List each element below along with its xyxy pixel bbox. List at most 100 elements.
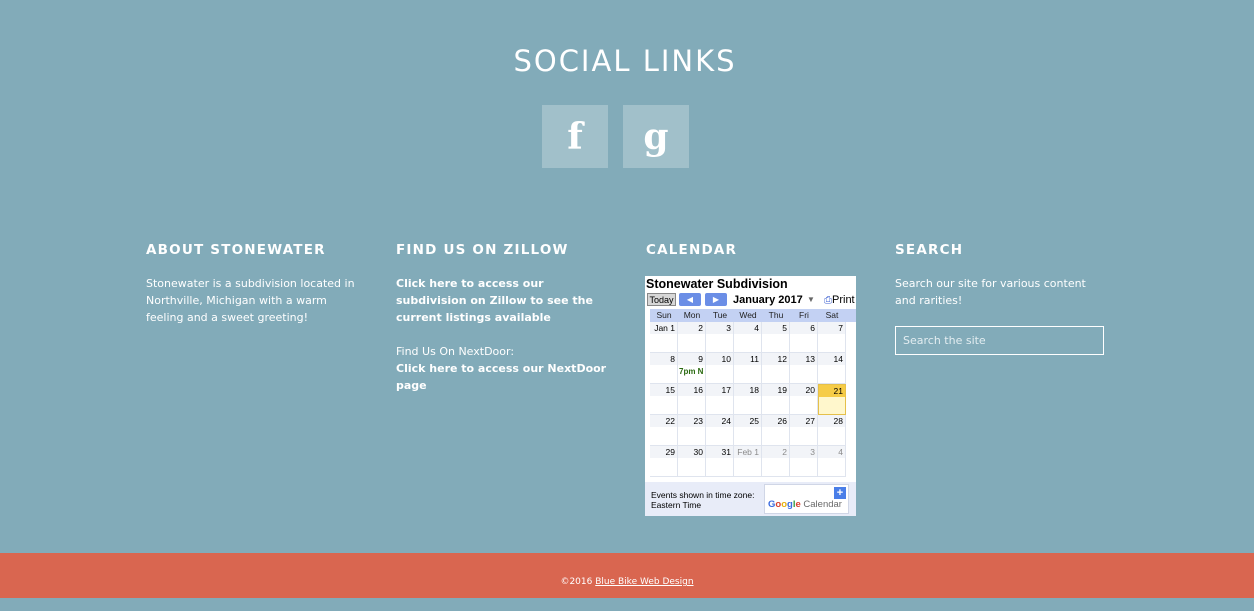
calendar-day[interactable]: 7	[818, 322, 846, 353]
calendar-day[interactable]: 11	[734, 353, 762, 384]
calendar-nav: Today ◀ ▶ January 2017 ▼ ⎙Print	[645, 292, 856, 308]
day-number: 4	[818, 446, 845, 458]
calendar-day[interactable]: 26	[762, 415, 790, 446]
calendar-day[interactable]: 5	[762, 322, 790, 353]
day-number: 22	[650, 415, 677, 427]
calendar-day[interactable]: 27	[790, 415, 818, 446]
day-number: 13	[790, 353, 817, 365]
google-logo-text: Google	[768, 499, 801, 510]
calendar-grid: Sun Mon Tue Wed Thu Fri Sat Jan 12345678…	[650, 309, 856, 477]
calendar-day[interactable]: 22	[650, 415, 678, 446]
social-links-title: SOCIAL LINKS	[513, 44, 737, 78]
day-number: 12	[762, 353, 789, 365]
day-number: 10	[706, 353, 733, 365]
calendar-day[interactable]: 13	[790, 353, 818, 384]
calendar-day[interactable]: Feb 1	[734, 446, 762, 477]
calendar-day[interactable]: 24	[706, 415, 734, 446]
printer-icon: ⎙	[824, 295, 832, 306]
calendar-day[interactable]: 23	[678, 415, 706, 446]
next-month-button[interactable]: ▶	[705, 293, 727, 306]
nextdoor-link[interactable]: Click here to access our NextDoor page	[396, 362, 606, 392]
day-number: 11	[734, 353, 761, 365]
day-number: 4	[734, 322, 761, 334]
calendar-day[interactable]: 30	[678, 446, 706, 477]
weekday-header: Sun Mon Tue Wed Thu Fri Sat	[650, 309, 856, 322]
search-input[interactable]	[895, 326, 1104, 355]
calendar-day[interactable]: 10	[706, 353, 734, 384]
facebook-link-button[interactable]: f	[542, 105, 608, 168]
calendar-day[interactable]: 12	[762, 353, 790, 384]
timezone-line1: Events shown in time zone:	[651, 490, 755, 500]
print-button[interactable]: ⎙Print	[824, 292, 855, 309]
calendar-week-row: 22 23 24 25 26 27 28	[650, 415, 856, 446]
month-label: January 2017	[733, 294, 803, 306]
zillow-heading: FIND US ON ZILLOW	[396, 242, 569, 258]
add-calendar-icon[interactable]: +	[834, 487, 846, 499]
google-calendar-badge[interactable]: + Google Calendar	[764, 484, 849, 514]
day-number: 2	[678, 322, 705, 334]
nextdoor-label: Find Us On NextDoor:	[396, 345, 515, 358]
google-calendar-logo: Google Calendar	[768, 499, 842, 510]
day-number: 28	[818, 415, 845, 427]
calendar-day[interactable]: 6	[790, 322, 818, 353]
google-calendar-embed: Stonewater Subdivision Today ◀ ▶ January…	[645, 276, 856, 516]
timezone-line2: Eastern Time	[651, 500, 702, 510]
about-widget: ABOUT STONEWATER Stonewater is a subdivi…	[146, 241, 361, 326]
google-plus-icon: g	[643, 115, 669, 158]
calendar-day[interactable]: 4	[818, 446, 846, 477]
calendar-day[interactable]: 29	[650, 446, 678, 477]
zillow-link[interactable]: Click here to access our subdivision on …	[396, 277, 593, 324]
day-number: 7	[818, 322, 845, 334]
day-number: 17	[706, 384, 733, 396]
calendar-day[interactable]: 31	[706, 446, 734, 477]
calendar-day[interactable]: 2	[678, 322, 706, 353]
arrow-right-icon: ▶	[712, 295, 720, 304]
calendar-day[interactable]: 14	[818, 353, 846, 384]
day-number: 25	[734, 415, 761, 427]
calendar-day[interactable]: 17	[706, 384, 734, 415]
chevron-down-icon[interactable]: ▼	[807, 292, 815, 308]
day-number: 27	[790, 415, 817, 427]
day-number: 16	[678, 384, 705, 396]
calendar-day[interactable]: 9 7pm N	[678, 353, 706, 384]
day-number: 3	[790, 446, 817, 458]
calendar-weeks: Jan 1 2 3 4 5 6 7 8 9 7pm N 10 11 12 13 14 15 16 17 18 19 20…	[650, 322, 856, 477]
calendar-day[interactable]: 20	[790, 384, 818, 415]
day-number: 3	[706, 322, 733, 334]
calendar-day[interactable]: 15	[650, 384, 678, 415]
calendar-footer: Events shown in time zone: Eastern Time …	[645, 482, 856, 516]
weekday-label: Mon	[683, 310, 701, 320]
calendar-day[interactable]: 4	[734, 322, 762, 353]
weekday-label: Thu	[768, 310, 784, 320]
calendar-day[interactable]: 3	[790, 446, 818, 477]
site-footer: ©2016 Blue Bike Web Design	[0, 553, 1254, 598]
google-plus-link-button[interactable]: g	[623, 105, 689, 168]
calendar-day[interactable]: 18	[734, 384, 762, 415]
day-number: 15	[650, 384, 677, 396]
about-heading: ABOUT STONEWATER	[146, 242, 326, 258]
arrow-left-icon: ◀	[686, 295, 694, 304]
day-number: Jan 1	[650, 322, 677, 334]
calendar-day-today[interactable]: 21	[818, 384, 846, 415]
day-number: 14	[818, 353, 845, 365]
weekday-label: Sat	[825, 310, 839, 320]
calendar-day[interactable]: 2	[762, 446, 790, 477]
calendar-widget: CALENDAR	[646, 241, 861, 275]
day-number: 19	[762, 384, 789, 396]
calendar-day[interactable]: 8	[650, 353, 678, 384]
calendar-day[interactable]: Jan 1	[650, 322, 678, 353]
designer-link[interactable]: Blue Bike Web Design	[595, 577, 693, 587]
today-button[interactable]: Today	[647, 293, 676, 306]
weekday-label: Wed	[739, 310, 757, 320]
day-number: 21	[819, 385, 845, 397]
weekday-label: Sun	[656, 310, 672, 320]
calendar-day[interactable]: 16	[678, 384, 706, 415]
calendar-title: Stonewater Subdivision	[646, 277, 788, 291]
calendar-day[interactable]: 25	[734, 415, 762, 446]
calendar-day[interactable]: 19	[762, 384, 790, 415]
calendar-day[interactable]: 3	[706, 322, 734, 353]
prev-month-button[interactable]: ◀	[679, 293, 701, 306]
calendar-day[interactable]: 28	[818, 415, 846, 446]
weekday-label: Tue	[712, 310, 728, 320]
zillow-widget: FIND US ON ZILLOW Click here to access o…	[396, 241, 611, 394]
